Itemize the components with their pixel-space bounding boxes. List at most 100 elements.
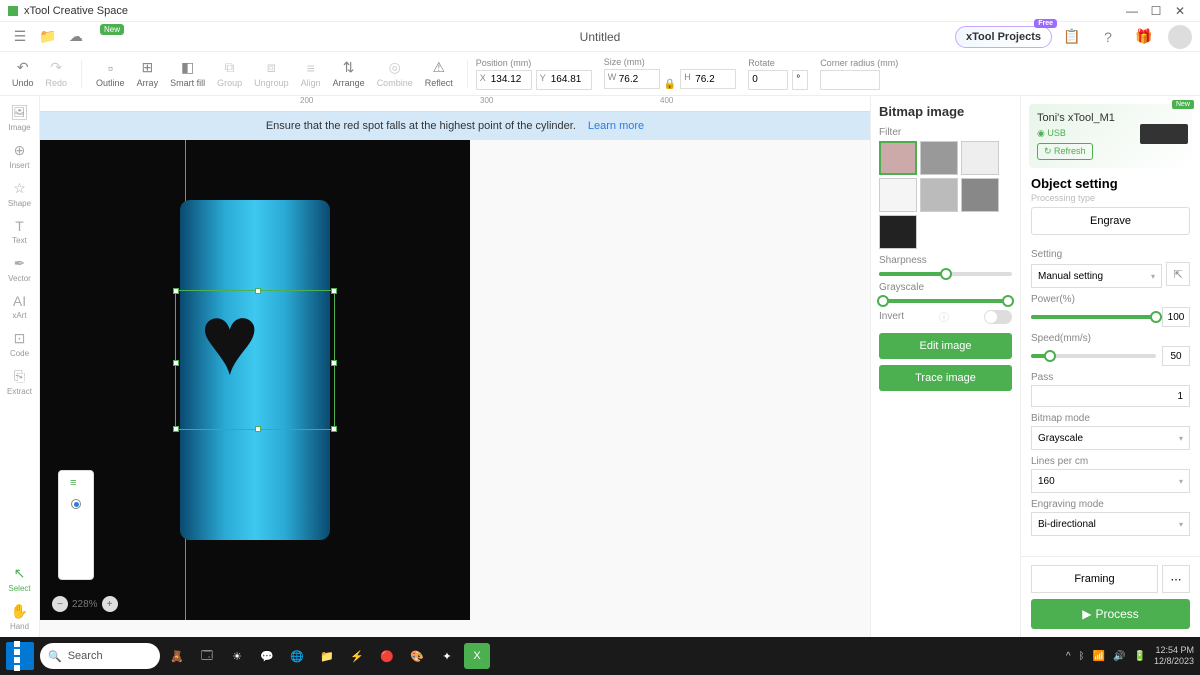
refresh-button[interactable]: ↻ Refresh (1037, 143, 1093, 160)
setting-extra-button[interactable]: ⇱ (1166, 262, 1190, 286)
zoom-out-button[interactable]: − (52, 596, 68, 612)
tray-wifi-icon[interactable]: 📶 (1093, 651, 1105, 662)
taskbar-app-edge[interactable]: 🌐 (284, 643, 310, 669)
tray-battery-icon[interactable]: 🔋 (1134, 651, 1146, 662)
taskbar-app-4[interactable]: 💬 (254, 643, 280, 669)
float-icon[interactable]: ≡ (70, 477, 82, 489)
gift-icon[interactable]: 🎁 (1132, 25, 1156, 49)
zoom-value: 228% (72, 599, 98, 610)
zoom-in-button[interactable]: + (102, 596, 118, 612)
lock-icon[interactable]: 🔒 (664, 79, 676, 90)
folder-icon[interactable]: 📁 (36, 25, 60, 49)
image-tool[interactable]: 🖼Image (2, 100, 38, 136)
tray-chevron-icon[interactable]: ^ (1066, 651, 1071, 662)
invert-toggle[interactable] (984, 310, 1012, 324)
info-banner: Ensure that the red spot falls at the hi… (40, 112, 870, 140)
filter-thumb-2[interactable] (920, 141, 958, 175)
filter-thumb-7[interactable] (879, 215, 917, 249)
close-button[interactable]: ✕ (1168, 4, 1192, 18)
framing-more-button[interactable]: ⋯ (1162, 565, 1190, 593)
edit-image-button[interactable]: Edit image (879, 333, 1012, 359)
engrave-button[interactable]: Engrave (1031, 207, 1190, 235)
window-titlebar: xTool Creative Space — ☐ ✕ (0, 0, 1200, 22)
selection-box[interactable] (175, 290, 335, 430)
smartfill-button[interactable]: ◧Smart fill (164, 52, 211, 95)
hand-tool[interactable]: ✋Hand (2, 599, 38, 635)
rotate-input[interactable] (748, 70, 788, 90)
speed-value[interactable]: 50 (1162, 346, 1190, 366)
filter-thumb-5[interactable] (920, 178, 958, 212)
framing-button[interactable]: Framing (1031, 565, 1158, 593)
ungroup-button[interactable]: ⧈Ungroup (248, 52, 295, 95)
select-tool[interactable]: ↖Select (2, 561, 38, 597)
filter-thumb-6[interactable] (961, 178, 999, 212)
cloud-icon[interactable]: ☁ (64, 25, 88, 49)
filter-thumb-3[interactable] (961, 141, 999, 175)
text-tool[interactable]: TText (2, 214, 38, 249)
corner-prop: Corner radius (mm) (814, 58, 904, 90)
bitmap-mode-select[interactable]: Grayscale▾ (1031, 426, 1190, 450)
canvas-area[interactable]: 200 300 400 Ensure that the red spot fal… (40, 96, 870, 637)
taskbar-app-1[interactable]: 🧸 (164, 643, 190, 669)
taskbar-app-7[interactable]: ✦ (434, 643, 460, 669)
tray-volume-icon[interactable]: 🔊 (1113, 651, 1125, 662)
code-tool[interactable]: ⊡Code (2, 326, 38, 362)
setting-select[interactable]: Manual setting▾ (1031, 264, 1162, 288)
minimize-button[interactable]: — (1120, 4, 1144, 18)
tray-bluetooth-icon[interactable]: ᛒ (1079, 651, 1085, 662)
free-badge: Free (1034, 19, 1057, 28)
menu-icon[interactable]: ☰ (8, 25, 32, 49)
taskbar-app-xtool[interactable]: X (464, 643, 490, 669)
extract-tool[interactable]: ⎘Extract (2, 364, 38, 400)
lines-label: Lines per cm (1031, 456, 1190, 467)
taskbar-clock[interactable]: 12:54 PM 12/8/2023 (1154, 645, 1194, 667)
undo-button[interactable]: ↶Undo (6, 52, 40, 95)
taskbar-app-chrome[interactable]: 🔴 (374, 643, 400, 669)
xart-tool[interactable]: AIxArt (2, 289, 38, 324)
pass-label: Pass (1031, 372, 1190, 383)
redo-button[interactable]: ↷Redo (40, 52, 74, 95)
align-button[interactable]: ≡Align (295, 52, 327, 95)
speed-slider[interactable] (1031, 354, 1156, 358)
object-setting-title: Object setting (1031, 176, 1190, 191)
corner-input[interactable] (820, 70, 880, 90)
pass-input[interactable] (1031, 385, 1190, 407)
projects-button[interactable]: xTool Projects Free (955, 26, 1052, 48)
vector-tool[interactable]: ✒Vector (2, 251, 38, 287)
engraving-mode-select[interactable]: Bi-directional▾ (1031, 512, 1190, 536)
array-button[interactable]: ⊞Array (131, 52, 165, 95)
clipboard-icon[interactable]: 📋 (1060, 25, 1084, 49)
insert-tool[interactable]: ⊕Insert (2, 138, 38, 174)
reflect-button[interactable]: ⚠Reflect (419, 52, 459, 95)
maximize-button[interactable]: ☐ (1144, 4, 1168, 18)
shape-tool[interactable]: ☆Shape (2, 176, 38, 212)
float-radio[interactable] (71, 499, 81, 509)
canvas-workpiece[interactable]: ≡ − 228% + (40, 140, 470, 620)
arrange-button[interactable]: ⇅Arrange (327, 52, 371, 95)
invert-row: Invertⓘ (879, 309, 1012, 324)
group-button[interactable]: ⧉Group (211, 52, 248, 95)
power-value[interactable]: 100 (1162, 307, 1190, 327)
taskbar-app-2[interactable]: 🗔 (194, 643, 220, 669)
lines-select[interactable]: 160▾ (1031, 469, 1190, 493)
taskbar-app-explorer[interactable]: 📁 (314, 643, 340, 669)
outline-button[interactable]: ▫Outline (90, 52, 131, 95)
start-button[interactable] (6, 642, 34, 670)
taskbar-app-6[interactable]: 🎨 (404, 643, 430, 669)
sharpness-slider[interactable] (879, 272, 1012, 276)
taskbar-app-5[interactable]: ⚡ (344, 643, 370, 669)
learn-more-link[interactable]: Learn more (588, 120, 644, 132)
taskbar-app-3[interactable]: ☀ (224, 643, 250, 669)
power-slider[interactable] (1031, 315, 1156, 319)
device-name: Toni's xTool_M1 (1037, 112, 1184, 124)
trace-image-button[interactable]: Trace image (879, 365, 1012, 391)
help-icon[interactable]: ? (1096, 25, 1120, 49)
setting-label: Setting (1031, 249, 1190, 260)
filter-thumb-1[interactable] (879, 141, 917, 175)
filter-thumb-4[interactable] (879, 178, 917, 212)
avatar[interactable] (1168, 25, 1192, 49)
taskbar-search[interactable]: 🔍 Search (40, 643, 160, 669)
combine-button[interactable]: ◎Combine (371, 52, 419, 95)
grayscale-slider[interactable] (879, 299, 1012, 303)
process-button[interactable]: ▶Process (1031, 599, 1190, 629)
